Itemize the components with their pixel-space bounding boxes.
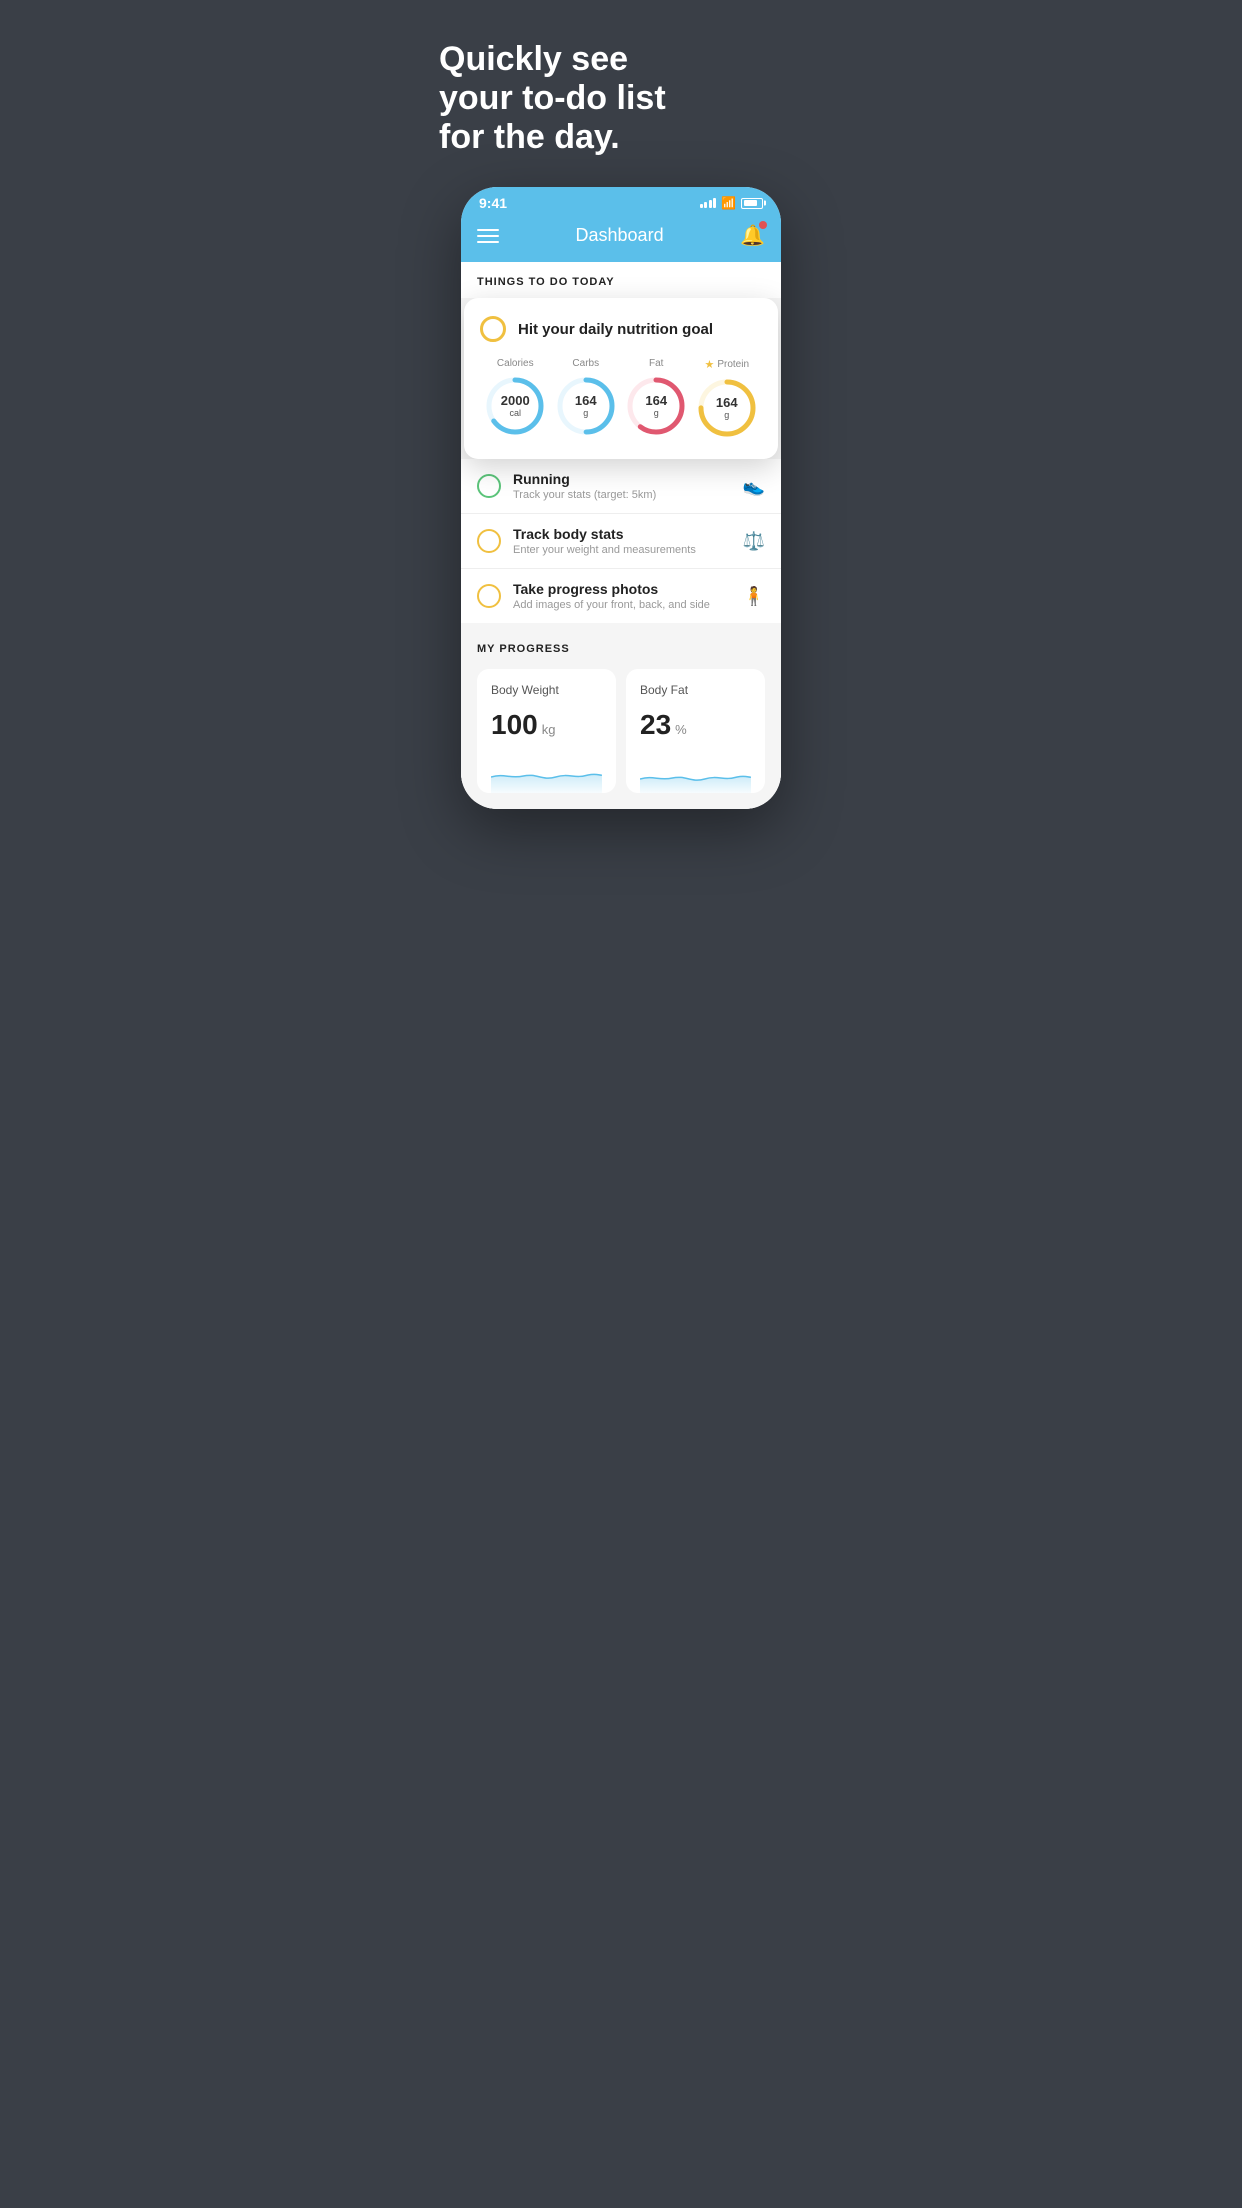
notification-dot — [759, 221, 767, 229]
macro-calories: Calories 2000 cal — [484, 358, 546, 437]
carbs-value: 164 — [575, 394, 597, 408]
signal-icon — [700, 198, 717, 208]
page-wrapper: Quickly see your to-do list for the day.… — [414, 0, 828, 839]
body-fat-unit: % — [675, 722, 687, 737]
body-weight-value: 100 — [491, 709, 538, 741]
todo-subtitle-progress-photos: Add images of your front, back, and side — [513, 599, 731, 611]
hero-line3: for the day. — [439, 118, 620, 156]
phone-mockup: 9:41 📶 Dashboard 🔔 — [461, 187, 781, 809]
macro-calories-label: Calories — [497, 358, 534, 369]
header-title: Dashboard — [576, 225, 664, 246]
macro-calories-ring: 2000 cal — [484, 375, 546, 437]
todo-text-running: Running Track your stats (target: 5km) — [513, 471, 731, 501]
body-fat-chart — [640, 757, 751, 793]
todo-radio-body-stats[interactable] — [477, 529, 501, 553]
body-weight-chart — [491, 757, 602, 793]
person-icon: 🧍 — [743, 586, 765, 607]
todo-text-body-stats: Track body stats Enter your weight and m… — [513, 526, 731, 556]
protein-value: 164 — [716, 396, 738, 410]
nutrition-title-row: Hit your daily nutrition goal — [480, 316, 762, 342]
macro-carbs-ring: 164 g — [555, 375, 617, 437]
hero-line2: your to-do list — [439, 79, 666, 117]
body-weight-value-row: 100 kg — [491, 709, 602, 741]
todo-title-running: Running — [513, 471, 731, 487]
fat-unit: g — [645, 408, 667, 418]
body-fat-title: Body Fat — [640, 683, 751, 697]
todo-subtitle-body-stats: Enter your weight and measurements — [513, 544, 731, 556]
todo-title-body-stats: Track body stats — [513, 526, 731, 542]
things-heading-text: THINGS TO DO TODAY — [477, 276, 615, 288]
carbs-unit: g — [575, 408, 597, 418]
nutrition-card: Hit your daily nutrition goal Calories — [464, 298, 778, 459]
macro-protein-ring: 164 g — [696, 377, 758, 439]
status-time: 9:41 — [479, 195, 507, 211]
todo-item-running[interactable]: Running Track your stats (target: 5km) 👟 — [461, 459, 781, 514]
macro-carbs-label: Carbs — [572, 358, 599, 369]
bell-icon[interactable]: 🔔 — [740, 223, 765, 248]
body-weight-card: Body Weight 100 kg — [477, 669, 616, 793]
protein-unit: g — [716, 410, 738, 420]
app-header: Dashboard 🔔 — [461, 215, 781, 262]
macro-fat-ring: 164 g — [625, 375, 687, 437]
body-fat-value: 23 — [640, 709, 671, 741]
body-fat-value-row: 23 % — [640, 709, 751, 741]
todo-radio-running[interactable] — [477, 474, 501, 498]
todo-subtitle-running: Track your stats (target: 5km) — [513, 489, 731, 501]
progress-cards: Body Weight 100 kg — [477, 669, 765, 793]
nutrition-radio[interactable] — [480, 316, 506, 342]
todo-item-body-stats[interactable]: Track body stats Enter your weight and m… — [461, 514, 781, 569]
things-header: THINGS TO DO TODAY — [461, 262, 781, 298]
app-content: THINGS TO DO TODAY Hit your daily nutrit… — [461, 262, 781, 809]
nutrition-card-wrapper: Hit your daily nutrition goal Calories — [461, 298, 781, 459]
status-bar: 9:41 📶 — [461, 187, 781, 215]
calories-unit: cal — [501, 408, 530, 418]
body-weight-title: Body Weight — [491, 683, 602, 697]
menu-icon[interactable] — [477, 229, 499, 243]
macro-fat-label: Fat — [649, 358, 663, 369]
wifi-icon: 📶 — [721, 196, 736, 210]
macro-carbs: Carbs 164 g — [555, 358, 617, 437]
fat-value: 164 — [645, 394, 667, 408]
hero-line1: Quickly see — [439, 40, 628, 78]
calories-value: 2000 — [501, 394, 530, 408]
nutrition-macros: Calories 2000 cal — [480, 358, 762, 439]
macro-protein-label: Protein — [717, 359, 749, 370]
todo-list: Running Track your stats (target: 5km) 👟… — [461, 459, 781, 623]
macro-protein-label-row: ★ Protein — [704, 358, 749, 371]
macro-fat: Fat 164 g — [625, 358, 687, 437]
scale-icon: ⚖️ — [743, 531, 765, 552]
todo-title-progress-photos: Take progress photos — [513, 581, 731, 597]
hero-text: Quickly see your to-do list for the day. — [434, 40, 808, 157]
macro-protein: ★ Protein 164 g — [696, 358, 758, 439]
todo-text-progress-photos: Take progress photos Add images of your … — [513, 581, 731, 611]
progress-heading: MY PROGRESS — [477, 643, 765, 655]
battery-icon — [741, 198, 763, 209]
body-fat-card: Body Fat 23 % — [626, 669, 765, 793]
body-weight-unit: kg — [542, 722, 556, 737]
shoe-icon: 👟 — [743, 476, 765, 497]
nutrition-title: Hit your daily nutrition goal — [518, 321, 713, 338]
status-icons: 📶 — [700, 196, 763, 210]
todo-radio-progress-photos[interactable] — [477, 584, 501, 608]
star-icon: ★ — [704, 358, 714, 371]
todo-item-progress-photos[interactable]: Take progress photos Add images of your … — [461, 569, 781, 623]
progress-section: MY PROGRESS Body Weight 100 kg — [461, 623, 781, 809]
